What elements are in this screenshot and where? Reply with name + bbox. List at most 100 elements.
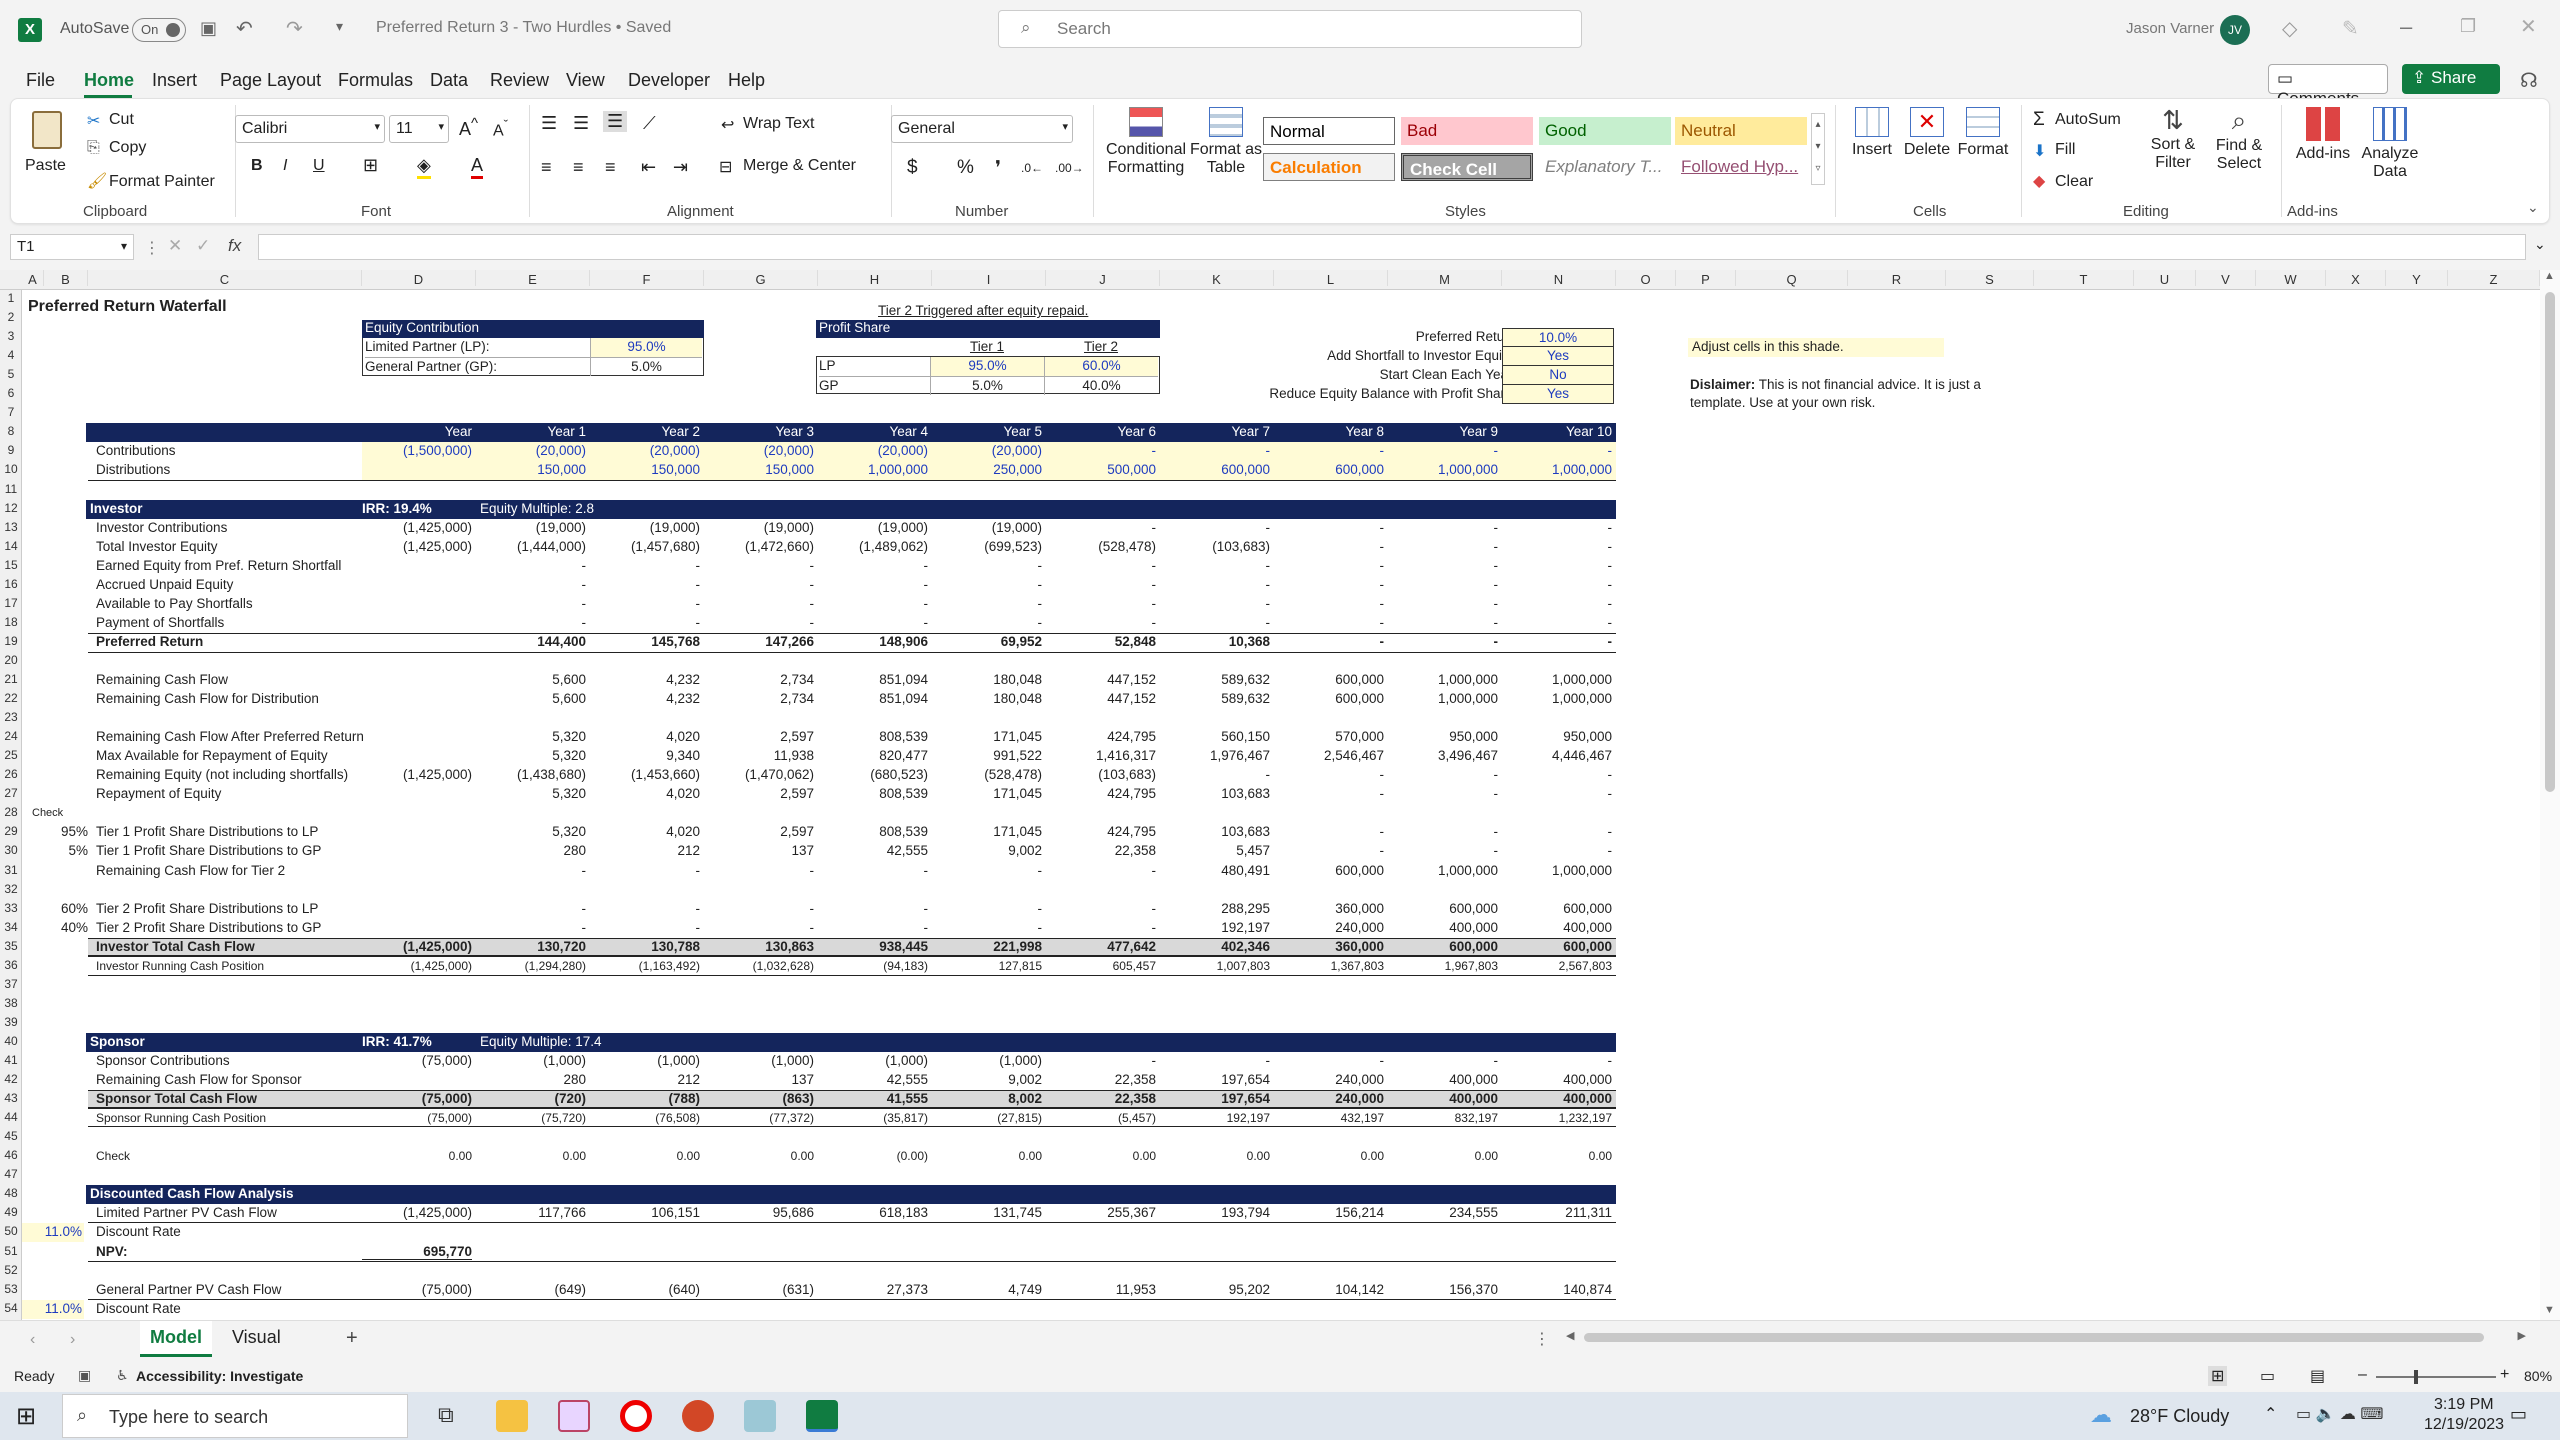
style-check-cell[interactable]: Check Cell (1401, 153, 1533, 181)
value-cell[interactable]: - (818, 900, 929, 919)
row-header[interactable]: 6 (0, 386, 22, 400)
value-cell[interactable]: - (704, 900, 815, 919)
value-cell[interactable]: - (932, 919, 1043, 938)
fill-button[interactable]: Fill (2055, 141, 2075, 159)
value-cell[interactable]: (1,457,680) (590, 538, 700, 557)
column-header[interactable]: D (362, 270, 476, 287)
value-cell[interactable]: 130,720 (476, 938, 586, 957)
value-cell[interactable]: 8,002 (932, 1090, 1042, 1109)
row-header[interactable]: 52 (0, 1263, 22, 1277)
value-cell[interactable]: (1,425,000) (362, 519, 472, 538)
value-cell[interactable]: - (1502, 823, 1613, 842)
value-cell[interactable]: 424,795 (1046, 823, 1156, 842)
value-cell[interactable]: (1,472,660) (704, 538, 814, 557)
value-cell[interactable]: - (1046, 862, 1157, 881)
input-label[interactable]: Add Shortfall to Investor Equity? (1022, 347, 1520, 366)
value-cell[interactable]: (1,425,000) (362, 538, 472, 557)
value-cell[interactable]: - (590, 919, 701, 938)
value-cell[interactable]: (680,523) (818, 766, 928, 785)
value-cell[interactable]: 589,632 (1160, 690, 1270, 709)
value-cell[interactable]: 938,445 (818, 938, 928, 957)
value-cell[interactable]: 400,000 (1388, 919, 1498, 938)
value-cell[interactable]: 1,967,803 (1388, 957, 1498, 976)
value-cell[interactable]: - (1160, 442, 1274, 462)
row-label[interactable]: Total Investor Equity (96, 538, 218, 557)
align-center-icon[interactable]: ≡ (573, 157, 584, 178)
column-header[interactable]: C (88, 270, 362, 287)
value-cell[interactable]: (1,438,680) (476, 766, 586, 785)
value-cell[interactable]: - (1046, 614, 1157, 633)
value-cell[interactable]: - (1388, 1052, 1499, 1071)
value-cell[interactable]: - (932, 595, 1043, 614)
value-cell[interactable]: (1,425,000) (362, 957, 472, 976)
value-cell[interactable]: - (1274, 576, 1385, 595)
value-cell[interactable]: - (704, 595, 815, 614)
input-label[interactable]: Preferred Return: (1022, 328, 1520, 347)
row-label[interactable]: Tier 1 Profit Share Distributions to GP (96, 842, 321, 861)
column-header[interactable]: I (932, 270, 1046, 287)
horizontal-scrollbar[interactable]: ◀ ▶ (1566, 1330, 2526, 1345)
year-header[interactable]: Year 5 (932, 423, 1042, 442)
row-header[interactable]: 1 (0, 291, 22, 305)
cancel-icon[interactable]: ✕ (168, 236, 182, 256)
row-header[interactable]: 27 (0, 786, 22, 800)
tier-pct[interactable]: 60% (22, 900, 88, 919)
scroll-down-icon[interactable]: ▼ (2544, 1304, 2555, 1316)
value-cell[interactable]: - (1160, 576, 1271, 595)
sponsor-header-multiple[interactable]: Equity Multiple: 17.4 (480, 1033, 602, 1052)
value-cell[interactable]: 2,734 (704, 690, 814, 709)
value-cell[interactable]: 477,642 (1046, 938, 1156, 957)
value-cell[interactable]: 600,000 (1274, 862, 1384, 881)
value-cell[interactable]: - (590, 557, 701, 576)
pen-icon[interactable]: ✎ (2342, 16, 2359, 41)
currency-icon[interactable]: $ (907, 157, 918, 179)
borders-icon[interactable]: ⊞ (363, 155, 378, 176)
value-cell[interactable]: 9,002 (932, 842, 1042, 861)
zoom-slider-knob[interactable] (2414, 1370, 2418, 1384)
powerpoint-icon[interactable] (682, 1400, 714, 1432)
value-cell[interactable]: (528,478) (932, 766, 1042, 785)
row-header[interactable]: 26 (0, 767, 22, 781)
value-cell[interactable]: - (1274, 633, 1385, 652)
increase-indent-icon[interactable]: ⇥ (673, 157, 688, 178)
value-cell[interactable]: 0.00 (590, 1147, 700, 1166)
zoom-slider[interactable] (2376, 1370, 2496, 1384)
value-cell[interactable]: 212 (590, 1071, 700, 1090)
tray-icons[interactable]: ▭ 🔈 ☁ ⌨ (2296, 1404, 2383, 1424)
value-cell[interactable]: 171,045 (932, 823, 1042, 842)
investor-header-multiple[interactable]: Equity Multiple: 2.8 (480, 500, 594, 519)
row-header[interactable]: 12 (0, 501, 22, 515)
row-header[interactable]: 51 (0, 1244, 22, 1258)
value-cell[interactable]: 1,000,000 (1388, 461, 1502, 481)
column-header[interactable]: G (704, 270, 818, 287)
row-header[interactable]: 38 (0, 996, 22, 1010)
column-header[interactable]: Q (1736, 270, 1848, 287)
weather-text[interactable]: 28°F Cloudy (2130, 1406, 2229, 1427)
value-cell[interactable]: - (590, 900, 701, 919)
value-cell[interactable]: - (1502, 1052, 1613, 1071)
sort-filter-button[interactable]: ⇅ Sort & Filter (2141, 105, 2205, 172)
value-cell[interactable]: - (1274, 614, 1385, 633)
style-neutral[interactable]: Neutral (1675, 117, 1807, 145)
value-cell[interactable]: 211,311 (1502, 1204, 1612, 1223)
next-sheet-icon[interactable]: › (70, 1331, 75, 1349)
style-good[interactable]: Good (1539, 117, 1671, 145)
value-cell[interactable]: - (590, 614, 701, 633)
value-cell[interactable]: 130,788 (590, 938, 700, 957)
value-cell[interactable]: - (1274, 842, 1385, 861)
tier-pct[interactable]: 5% (22, 842, 88, 861)
value-cell[interactable]: (19,000) (590, 519, 700, 538)
year-header[interactable]: Year 1 (476, 423, 586, 442)
diamond-icon[interactable]: ◇ (2282, 16, 2297, 41)
value-cell[interactable]: 447,152 (1046, 690, 1156, 709)
value-cell[interactable]: - (476, 557, 587, 576)
value-cell[interactable]: 600,000 (1274, 690, 1384, 709)
close-icon[interactable]: ✕ (2520, 14, 2537, 39)
row-label[interactable]: Tier 1 Profit Share Distributions to LP (96, 823, 318, 842)
value-cell[interactable]: 140,874 (1502, 1281, 1612, 1300)
styles-scroll[interactable]: ▴ ▾ ▿ (1811, 113, 1825, 185)
value-cell[interactable] (362, 1071, 472, 1090)
menu-file[interactable]: File (26, 70, 55, 91)
value-cell[interactable]: 221,998 (932, 938, 1042, 957)
row-header[interactable]: 14 (0, 539, 22, 553)
